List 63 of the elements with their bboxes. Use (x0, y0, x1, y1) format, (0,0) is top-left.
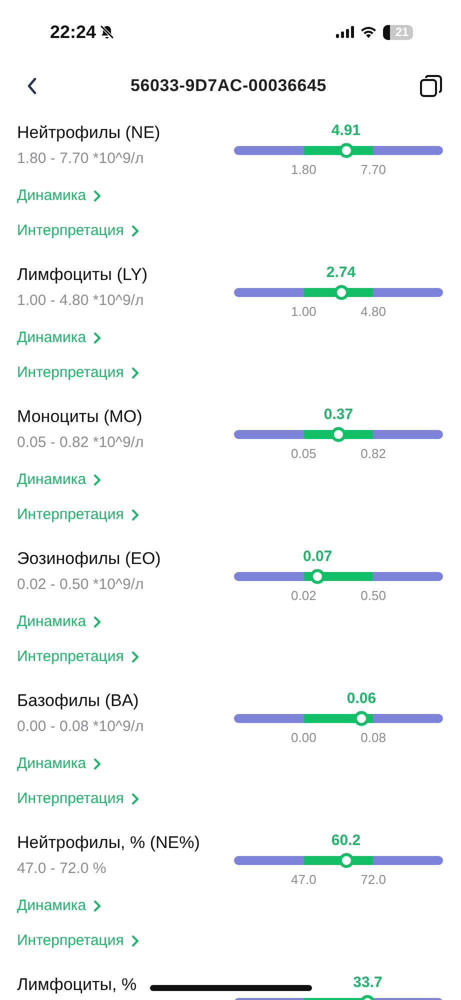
scale-label: 0.02 (291, 588, 316, 604)
chevron-right-icon (130, 793, 139, 805)
reference-range: 47.0 - 72.0 % (17, 859, 106, 879)
scale-label: 72.0 (360, 872, 386, 888)
back-icon[interactable] (26, 77, 38, 95)
chevron-right-icon (130, 651, 139, 663)
result-value: 33.7 (353, 974, 382, 992)
link[interactable]: Интерпретация (17, 505, 139, 525)
scale-label: 0.05 (291, 446, 316, 462)
scale-label: 47.0 (291, 872, 316, 888)
chevron-right-icon (130, 509, 139, 521)
scale-label: 0.08 (360, 730, 386, 746)
link[interactable]: Динамика (17, 754, 102, 774)
chevron-right-icon (130, 225, 139, 237)
scale-label: 4.80 (360, 304, 386, 320)
reference-range: 0.02 - 0.50 *10^9/л (17, 575, 144, 595)
link[interactable]: Динамика (17, 186, 102, 206)
link[interactable]: Интерпретация (17, 221, 139, 241)
link[interactable]: Интерпретация (17, 363, 139, 383)
test-name: Нейтрофилы, % (NE%) (17, 832, 200, 854)
test-name: Лимфоциты, % (17, 974, 137, 996)
scale-label: 0.50 (360, 588, 386, 604)
chevron-right-icon (93, 474, 102, 486)
chevron-right-icon (130, 935, 139, 947)
scale-label: 7.70 (360, 162, 386, 178)
test-name: Нейтрофилы (NE) (17, 122, 160, 144)
reference-range: 0.05 - 0.82 *10^9/л (17, 433, 144, 453)
battery-charge (383, 24, 390, 40)
result-value: 0.07 (303, 548, 332, 566)
chevron-right-icon (93, 758, 102, 770)
scale-label: 1.00 (291, 304, 316, 320)
result-value: 2.74 (326, 264, 356, 282)
result-value: 4.91 (331, 122, 361, 140)
link[interactable]: Динамика (17, 328, 102, 348)
link[interactable]: Динамика (17, 612, 102, 632)
chevron-right-icon (93, 190, 102, 202)
clock-time: 22:24 (50, 22, 96, 42)
reference-range: 1.00 - 4.80 *10^9/л (17, 291, 144, 311)
reference-range: 0.00 - 0.08 *10^9/л (17, 717, 144, 737)
link[interactable]: Интерпретация (17, 789, 139, 809)
test-name: Базофилы (BA) (17, 690, 139, 712)
signal-icon (336, 26, 354, 38)
page-title: 56033-9D7AC-00036645 (130, 76, 326, 96)
test-name: Лимфоциты (LY) (17, 264, 148, 286)
chevron-right-icon (93, 900, 102, 912)
chevron-right-icon (130, 367, 139, 379)
chevron-right-icon (93, 616, 102, 628)
test-name: Моноциты (MO) (17, 406, 142, 428)
result-value: 0.06 (346, 690, 376, 708)
link[interactable]: Интерпретация (17, 647, 139, 667)
link[interactable]: Динамика (17, 896, 102, 916)
result-value: 60.2 (331, 832, 361, 850)
link[interactable]: Динамика (17, 470, 102, 490)
copy-icon[interactable] (418, 74, 443, 98)
link[interactable]: Интерпретация (17, 931, 139, 951)
scale-label: 1.80 (291, 162, 316, 178)
result-value: 0.37 (324, 406, 354, 424)
scale-label: 0.00 (291, 730, 316, 746)
chevron-right-icon (93, 332, 102, 344)
test-name: Эозинофилы (EO) (17, 548, 161, 570)
reference-range: 1.80 - 7.70 *10^9/л (17, 149, 144, 169)
scale-label: 0.82 (360, 446, 386, 462)
wifi-icon (360, 26, 377, 38)
